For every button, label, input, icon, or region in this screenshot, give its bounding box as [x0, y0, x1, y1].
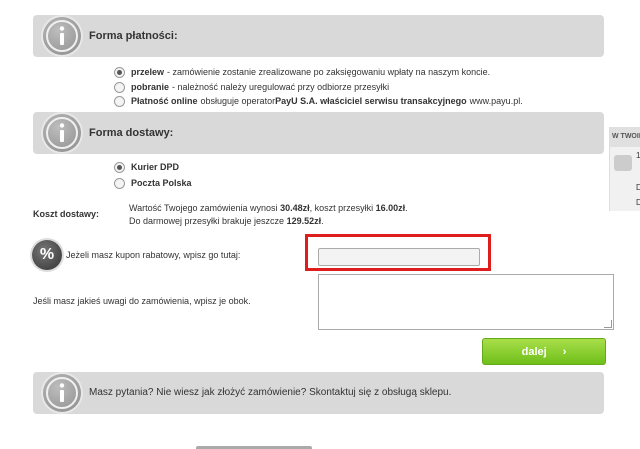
side-panel-header: W TWOIM — [610, 127, 640, 147]
order-value: 30.48zł — [280, 203, 310, 213]
delivery-cost-line1: Wartość Twojego zamówienia wynosi 30.48z… — [129, 203, 408, 213]
radio-button[interactable] — [114, 81, 125, 93]
comments-label: Jeśli masz jakieś uwagi do zamówienia, w… — [33, 296, 251, 306]
delivery-title: Forma dostawy: — [89, 127, 174, 139]
option-desc: obsługuje operator — [200, 96, 276, 106]
comments-textarea[interactable] — [318, 274, 614, 330]
coupon-label: Jeżeli masz kupon rabatowy, wpisz go tut… — [66, 250, 241, 260]
shipping-cost: 16.00zł — [375, 203, 406, 213]
option-desc: - należność należy uregulować przy odbio… — [172, 82, 390, 92]
option-name: Poczta Polska — [131, 178, 192, 188]
side-panel-row: 1 — [636, 151, 640, 160]
percent-icon: % — [32, 240, 62, 270]
cost-text: . — [405, 203, 408, 213]
payment-title: Forma płatności: — [89, 30, 178, 42]
next-button[interactable]: dalej › — [482, 338, 606, 365]
option-name: przelew — [131, 67, 165, 77]
next-button-label: dalej — [521, 345, 547, 358]
side-panel-row: D — [636, 198, 640, 207]
free-shipping-remaining: 129.52zł — [286, 216, 322, 226]
cart-icon — [614, 155, 632, 171]
radio-button[interactable] — [114, 177, 125, 189]
delivery-cost-line2: Do darmowej przesyłki brakuje jeszcze 12… — [129, 216, 324, 226]
info-icon — [43, 114, 81, 152]
option-name: Płatność online — [131, 96, 198, 106]
cost-text: Wartość Twojego zamówienia wynosi — [129, 203, 281, 213]
option-desc-tail: www.payu.pl. — [469, 96, 523, 106]
payment-option-przelew[interactable]: przelew - zamówienie zostanie zrealizowa… — [114, 65, 490, 79]
coupon-input[interactable] — [318, 248, 480, 266]
option-name: Kurier DPD — [131, 162, 180, 172]
delivery-cost-label: Koszt dostawy: — [33, 209, 100, 219]
resize-handle-icon[interactable] — [604, 320, 612, 328]
cart-side-panel: W TWOIM 1 D D — [609, 127, 640, 211]
option-desc: - zamówienie zostanie zrealizowane po za… — [167, 67, 491, 77]
help-text: Masz pytania? Nie wiesz jak złożyć zamów… — [89, 387, 452, 398]
side-panel-row: D — [636, 183, 640, 192]
radio-button[interactable] — [114, 95, 125, 107]
radio-button[interactable] — [114, 66, 125, 78]
radio-button[interactable] — [114, 161, 125, 173]
delivery-option-dpd[interactable]: Kurier DPD — [114, 160, 182, 174]
payment-section-header: Forma płatności: — [33, 15, 604, 57]
info-icon — [43, 374, 81, 412]
cost-text: Do darmowej przesyłki brakuje jeszcze — [129, 216, 287, 226]
info-icon — [43, 17, 81, 55]
payment-option-online[interactable]: Płatność online obsługuje operator PayU … — [114, 94, 523, 108]
delivery-section-header: Forma dostawy: — [33, 112, 604, 154]
chevron-right-icon: › — [562, 345, 567, 358]
help-section: Masz pytania? Nie wiesz jak złożyć zamów… — [33, 372, 604, 414]
option-name: pobranie — [131, 82, 170, 92]
cost-text: , koszt przesyłki — [309, 203, 376, 213]
option-desc-bold: PayU S.A. właściciel serwisu transakcyjn… — [275, 96, 467, 106]
delivery-option-poczta[interactable]: Poczta Polska — [114, 176, 195, 190]
cost-text: . — [321, 216, 324, 226]
payment-option-pobranie[interactable]: pobranie - należność należy uregulować p… — [114, 80, 389, 94]
